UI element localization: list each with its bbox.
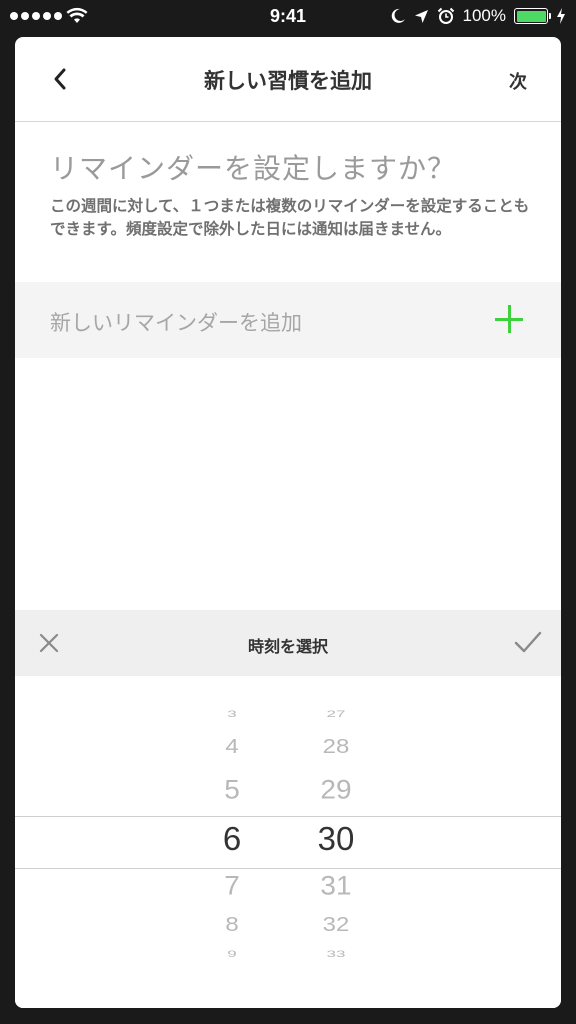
hour-option[interactable]: 3 (182, 709, 282, 720)
hour-option[interactable]: 8 (182, 913, 282, 937)
alarm-icon (437, 7, 454, 24)
minute-option[interactable]: 32 (286, 913, 386, 937)
minute-option[interactable]: 31 (286, 871, 386, 901)
add-reminder-row[interactable]: 新しいリマインダーを追加 (15, 282, 561, 358)
navigation-bar: 新しい習慣を追加 次 (15, 37, 561, 122)
minute-option[interactable]: 30 (286, 820, 386, 858)
battery-icon (514, 8, 551, 24)
reminder-question: リマインダーを設定しますか？ (50, 152, 457, 185)
time-picker-toolbar: 時刻を選択 (15, 610, 561, 676)
hour-option[interactable]: 4 (182, 735, 282, 759)
moon-icon (391, 8, 405, 23)
reminder-description: この週間に対して、１つまたは複数のリマインダーを設定することもできます。頻度設定… (50, 197, 530, 238)
time-picker-title: 時刻を選択 (247, 637, 328, 656)
checkmark-icon[interactable] (513, 629, 543, 655)
hour-column[interactable]: 3 4 5 6 7 8 9 (182, 676, 282, 1008)
minute-option[interactable]: 28 (286, 735, 386, 759)
time-picker-wheel[interactable]: 3 4 5 6 7 8 9 27 28 29 30 31 32 33 (15, 676, 561, 1008)
hour-option[interactable]: 6 (182, 820, 282, 858)
hour-option[interactable]: 9 (182, 949, 282, 960)
minute-option[interactable]: 29 (286, 775, 386, 805)
page-title: 新しい習慣を追加 (204, 69, 372, 93)
add-reminder-label: 新しいリマインダーを追加 (50, 311, 302, 335)
add-habit-sheet: 新しい習慣を追加 次 リマインダーを設定しますか？ この週間に対して、１つまたは… (15, 37, 561, 1008)
charging-bolt-icon (557, 8, 565, 24)
minute-option[interactable]: 27 (286, 709, 386, 720)
plus-icon[interactable] (495, 305, 523, 333)
minute-option[interactable]: 33 (286, 949, 386, 960)
location-arrow-icon (414, 9, 428, 23)
status-bar: 9:41 100% (0, 0, 576, 34)
minute-column[interactable]: 27 28 29 30 31 32 33 (286, 676, 386, 1008)
hour-option[interactable]: 5 (182, 775, 282, 805)
hour-option[interactable]: 7 (182, 871, 282, 901)
battery-percentage: 100% (462, 6, 506, 25)
next-button[interactable]: 次 (509, 68, 527, 94)
